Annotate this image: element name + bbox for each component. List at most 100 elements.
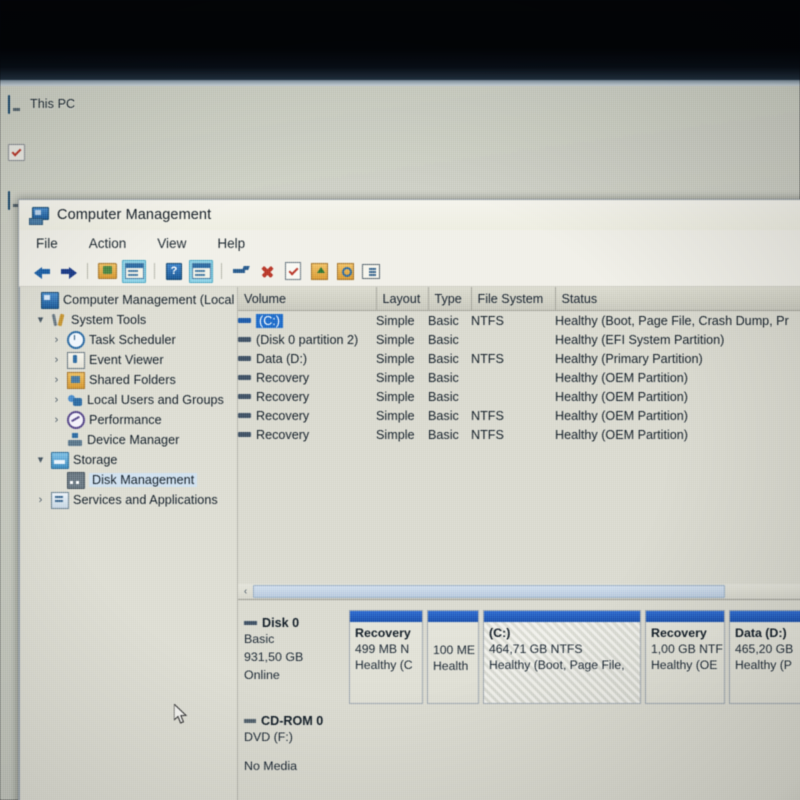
partition-status: Healthy (C [355,657,417,673]
disk-info[interactable]: Disk 0 Basic 931,50 GB Online [244,610,349,704]
show-hide-console-tree-icon[interactable] [122,260,146,283]
table-row[interactable]: Data (D:) Simple Basic NTFS Healthy (Pri… [238,349,800,368]
cell-status: Healthy (OEM Partition) [555,406,800,425]
sidebar-item-shared-folders[interactable]: › Shared Folders [20,370,237,390]
event-viewer-icon [67,352,85,369]
table-header-row: Volume Layout Type File System Status [238,287,800,311]
tree-twisty-collapsed[interactable]: › [50,395,63,406]
tree-twisty-collapsed[interactable]: › [34,495,47,506]
table-row[interactable]: Recovery Simple Basic NTFS Healthy (OEM … [238,406,800,425]
menu-action[interactable]: Action [86,234,130,253]
tree-twisty-expanded[interactable]: ▾ [34,315,47,326]
computer-management-window: Computer Management File Action View Hel… [18,199,800,800]
table-row[interactable]: Recovery Simple Basic Healthy (OEM Parti… [238,368,800,387]
help-icon[interactable]: ? [163,261,185,282]
cell-layout: Simple [376,425,428,444]
column-header-file-system[interactable]: File System [471,287,555,311]
cell-volume: Recovery [238,425,376,444]
column-header-layout[interactable]: Layout [376,287,428,311]
search-icon[interactable] [334,261,356,282]
partition-recovery-2[interactable]: Recovery 1,00 GB NTF Healthy (OE [645,610,725,704]
properties-icon[interactable] [282,261,304,282]
volume-bar-icon [238,375,251,380]
sidebar-item-label: Computer Management (Local [63,293,234,307]
sidebar-item-device-manager[interactable]: Device Manager [20,430,237,450]
toolbar-separator [154,263,155,279]
cell-type: Basic [428,387,471,406]
up-one-level-icon[interactable] [96,261,118,282]
back-icon[interactable] [31,261,53,282]
sidebar-item-computer-management[interactable]: Computer Management (Local [20,290,237,310]
tree-twisty-collapsed[interactable]: › [50,335,63,346]
sidebar-item-performance[interactable]: › Performance [20,410,237,430]
menu-help[interactable]: Help [214,234,248,253]
sidebar-item-task-scheduler[interactable]: › Task Scheduler [20,330,237,350]
table-row[interactable]: Recovery Simple Basic Healthy (OEM Parti… [238,387,800,406]
cdrom-name-label: CD-ROM 0 [261,714,323,728]
sidebar-item-label: Storage [73,453,117,467]
sidebar-item-label: Performance [89,413,162,427]
forward-icon[interactable] [57,261,79,282]
cell-layout: Simple [376,330,428,349]
cell-status: Healthy (Boot, Page File, Crash Dump, Pr [555,311,800,331]
scrollbar-thumb[interactable] [253,585,725,598]
cell-type: Basic [428,406,471,425]
disk-row-cdrom0[interactable]: CD-ROM 0 DVD (F:) No Media [238,714,800,773]
rescan-disks-icon[interactable] [230,261,252,282]
partition-title: Recovery [651,626,719,641]
partition-title: Recovery [355,626,417,641]
storage-icon [51,452,69,469]
tree-twisty-collapsed[interactable]: › [50,355,63,366]
cell-layout: Simple [376,349,428,368]
device-manager-icon [67,433,83,448]
volume-name: (C:) [256,314,283,328]
sidebar-item-storage[interactable]: ▾ Storage [20,450,237,470]
partition-recovery-1[interactable]: Recovery 499 MB N Healthy (C [349,610,423,704]
partition-efi[interactable]: 100 ME Health [427,610,479,704]
partition-capacity-bar [428,611,478,622]
cdrom-bar-icon [244,719,256,723]
screen: This PC Computer Management File Actio [0,0,800,800]
partition-c[interactable]: (C:) 464,71 GB NTFS Healthy (Boot, Page … [483,610,641,704]
column-header-type[interactable]: Type [428,287,471,311]
sidebar-item-local-users-and-groups[interactable]: › Local Users and Groups [20,390,237,410]
menu-file[interactable]: File [33,234,61,253]
sidebar-item-event-viewer[interactable]: › Event Viewer [20,350,237,370]
column-header-status[interactable]: Status [555,287,800,311]
table-row[interactable]: Recovery Simple Basic NTFS Healthy (OEM … [238,425,800,444]
scroll-left-icon[interactable]: ‹ [238,584,253,599]
details-pane: Volume Layout Type File System Status [238,287,800,800]
table-row[interactable]: (C:) Simple Basic NTFS Healthy (Boot, Pa… [238,311,800,331]
disk-type: Basic [244,631,349,648]
partition-status: Health [433,658,473,674]
tree-twisty-collapsed[interactable]: › [50,415,63,426]
desktop-icon-checkbox[interactable] [8,144,25,161]
sidebar-item-label: Task Scheduler [89,333,176,347]
sidebar-item-disk-management[interactable]: Disk Management [20,470,237,490]
sidebar-item-system-tools[interactable]: ▾ System Tools [20,310,237,330]
delete-icon[interactable] [256,261,278,282]
export-list-icon[interactable] [308,261,330,282]
window-titlebar[interactable]: Computer Management [19,200,800,230]
tree-twisty-collapsed[interactable]: › [50,375,63,386]
partition-data-d[interactable]: Data (D:) 465,20 GB Healthy (P [729,610,800,704]
table-row[interactable]: (Disk 0 partition 2) Simple Basic Health… [238,330,800,349]
show-hide-action-pane-icon[interactable] [189,260,213,283]
volume-bar-icon [238,394,251,399]
horizontal-scrollbar[interactable]: ‹ [238,584,800,599]
graphical-view: Disk 0 Basic 931,50 GB Online [238,600,800,800]
desktop-icon-this-pc[interactable]: This PC [8,96,75,111]
volume-name: Recovery [256,371,309,385]
volume-bar-icon [238,337,251,342]
partition-size: 465,20 GB [735,641,800,657]
cell-layout: Simple [376,368,428,387]
column-header-volume[interactable]: Volume [238,287,376,311]
cell-file-system [471,387,555,406]
partition-size: 499 MB N [355,641,417,657]
menu-view[interactable]: View [154,234,189,253]
cell-status: Healthy (OEM Partition) [555,387,800,406]
toolbar-separator [87,263,88,279]
view-options-icon[interactable] [360,261,382,282]
tree-twisty-expanded[interactable]: ▾ [34,455,47,466]
sidebar-item-services-and-applications[interactable]: › Services and Applications [20,490,237,510]
